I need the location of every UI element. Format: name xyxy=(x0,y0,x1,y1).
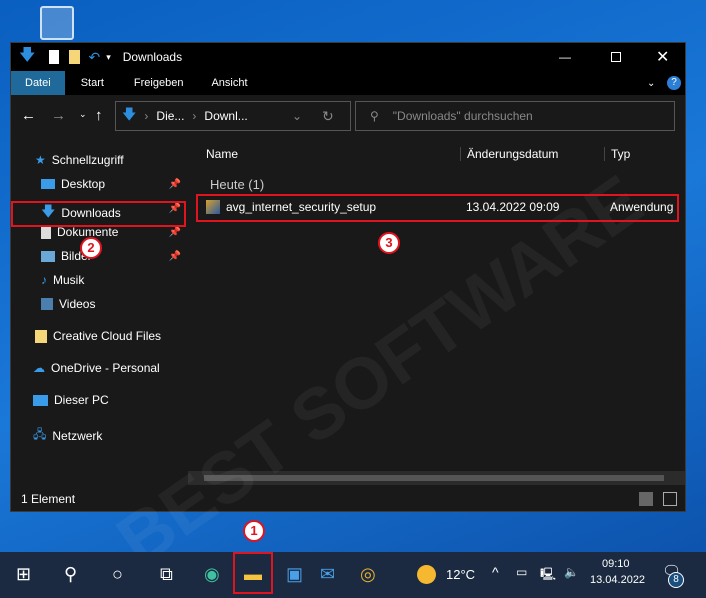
column-header-name[interactable]: Name xyxy=(206,147,238,161)
group-header[interactable]: Heute (1) xyxy=(210,177,264,192)
close-button[interactable]: ✕ xyxy=(656,47,669,67)
address-row: ← → ⌄ ↑ 🡇 › Die... › Downl... ⌄ ↻ ⚲ "Downl… xyxy=(11,95,685,137)
help-icon[interactable]: ? xyxy=(667,76,681,90)
search-button[interactable]: ⚲ xyxy=(64,564,77,585)
maximize-button[interactable] xyxy=(611,52,621,62)
sidebar-item-creative-cloud[interactable]: Creative Cloud Files xyxy=(35,329,161,343)
window-title: Downloads xyxy=(122,50,183,64)
store-icon[interactable]: ▣ xyxy=(286,564,303,585)
new-folder-icon[interactable] xyxy=(69,50,81,64)
sidebar-item-dieser-pc[interactable]: Dieser PC xyxy=(33,393,109,407)
annotation-box-file xyxy=(196,194,679,222)
breadcrumb-this-pc[interactable]: Die... xyxy=(156,109,184,123)
video-icon xyxy=(41,298,53,310)
undo-icon[interactable]: ↶ xyxy=(88,49,100,66)
tiles-view-button[interactable] xyxy=(663,492,677,506)
sidebar-item-label: OneDrive - Personal xyxy=(51,361,160,375)
properties-icon[interactable] xyxy=(49,50,60,64)
volume-icon[interactable]: 🔈 xyxy=(564,565,579,579)
sidebar-item-label: Dieser PC xyxy=(54,393,109,407)
tab-ansicht[interactable]: Ansicht xyxy=(197,71,261,95)
annotation-box-downloads xyxy=(11,201,186,227)
sidebar-item-label: Schnellzugriff xyxy=(51,153,124,167)
recent-dropdown[interactable]: ⌄ xyxy=(79,109,87,120)
search-icon: ⚲ xyxy=(370,109,379,123)
tab-freigeben[interactable]: Freigeben xyxy=(120,71,198,95)
chrome-icon[interactable]: ◎ xyxy=(360,564,376,585)
network-icon: 🖧 xyxy=(33,427,47,441)
cc-icon xyxy=(35,329,47,343)
annotation-1: 1 xyxy=(243,520,265,542)
search-placeholder: "Downloads" durchsuchen xyxy=(392,109,533,123)
annotation-box-explorer xyxy=(233,552,273,594)
up-button[interactable]: ↑ xyxy=(95,107,103,124)
address-dropdown-icon[interactable]: ⌄ xyxy=(292,109,302,123)
edge-icon[interactable]: ◉ xyxy=(204,564,220,585)
forward-button[interactable]: → xyxy=(51,107,66,124)
minimize-button[interactable]: — xyxy=(559,50,571,64)
download-icon: 🡇 xyxy=(19,46,36,64)
tray-chevron-icon[interactable]: ^ xyxy=(492,564,499,580)
sidebar-item-musik[interactable]: ♪ Musik xyxy=(41,273,84,287)
pc-icon xyxy=(33,394,48,406)
column-header-date[interactable]: Änderungsdatum xyxy=(460,147,558,161)
recycle-bin-icon[interactable] xyxy=(40,6,74,40)
sidebar-item-onedrive[interactable]: ☁ OneDrive - Personal xyxy=(33,361,160,375)
cortana-button[interactable]: ○ xyxy=(112,564,123,585)
pin-icon: 📌 xyxy=(168,227,181,238)
breadcrumb-downloads[interactable]: Downl... xyxy=(204,109,247,123)
status-bar: 1 Element xyxy=(11,487,685,511)
tab-datei[interactable]: Datei xyxy=(11,71,65,95)
music-icon: ♪ xyxy=(41,273,47,287)
weather-icon[interactable] xyxy=(417,565,436,584)
document-icon xyxy=(41,225,51,239)
sidebar-item-schnellzugriff[interactable]: ★ Schnellzugriff xyxy=(35,153,124,167)
search-input[interactable]: ⚲ "Downloads" durchsuchen xyxy=(355,101,675,131)
clock-time[interactable]: 09:10 xyxy=(602,558,630,570)
download-icon: 🡇 xyxy=(122,106,137,122)
sidebar-item-dokumente[interactable]: Dokumente xyxy=(41,225,118,239)
sidebar-item-netzwerk[interactable]: 🖧 Netzwerk xyxy=(33,425,102,446)
start-button[interactable]: ⊞ xyxy=(16,564,31,585)
mail-icon[interactable]: ✉ xyxy=(320,564,335,585)
navigation-pane: ★ Schnellzugriff Desktop 📌 🡇 Downloads 📌 D… xyxy=(11,137,187,485)
qat-dropdown-icon[interactable]: ▾ xyxy=(106,52,111,63)
network-icon[interactable]: 🖳 xyxy=(540,565,556,586)
file-list: Name Änderungsdatum Typ Heute (1) avg_in… xyxy=(188,137,685,485)
pin-icon: 📌 xyxy=(168,251,181,262)
sidebar-item-label: Videos xyxy=(59,297,96,311)
sidebar-item-label: Musik xyxy=(53,273,85,287)
title-bar: 🡇 ↶ ▾ Downloads — ✕ xyxy=(11,43,685,71)
taskbar: ⊞ ⚲ ○ ⧉ ◉ ▬ ▣ ✉ ◎ 12°C ^ ▭ 🖳 🔈 09:10 13.… xyxy=(0,552,706,598)
desktop-icon xyxy=(41,179,55,189)
annotation-3: 3 xyxy=(378,232,400,254)
cloud-icon: ☁ xyxy=(33,361,45,375)
details-view-button[interactable] xyxy=(639,492,653,506)
sidebar-item-desktop[interactable]: Desktop xyxy=(41,177,105,191)
back-button[interactable]: ← xyxy=(21,107,36,124)
ribbon-tabs: Datei Start Freigeben Ansicht ⌄ ? xyxy=(11,71,685,95)
meet-icon[interactable]: ▭ xyxy=(516,565,527,579)
refresh-icon[interactable]: ↻ xyxy=(322,108,334,125)
sidebar-item-label: Desktop xyxy=(61,177,106,191)
sidebar-item-label: Creative Cloud Files xyxy=(53,329,162,343)
sidebar-item-videos[interactable]: Videos xyxy=(41,297,95,311)
horizontal-scrollbar[interactable] xyxy=(188,471,685,485)
expand-ribbon-icon[interactable]: ⌄ xyxy=(647,78,655,89)
column-header-type[interactable]: Typ xyxy=(604,147,630,161)
explorer-window: 🡇 ↶ ▾ Downloads — ✕ Datei Start Freigebe… xyxy=(10,42,686,512)
sidebar-item-label: Netzwerk xyxy=(52,428,103,443)
annotation-2: 2 xyxy=(80,237,102,259)
temperature[interactable]: 12°C xyxy=(446,567,475,582)
pin-icon: 📌 xyxy=(168,179,181,190)
star-icon: ★ xyxy=(35,153,46,167)
task-view-button[interactable]: ⧉ xyxy=(160,564,173,585)
tab-start[interactable]: Start xyxy=(65,71,120,95)
item-count: 1 Element xyxy=(21,492,76,506)
pictures-icon xyxy=(41,250,55,262)
address-bar[interactable]: 🡇 › Die... › Downl... ⌄ ↻ xyxy=(115,101,351,131)
notification-badge: 8 xyxy=(668,572,684,588)
clock-date[interactable]: 13.04.2022 xyxy=(590,574,645,586)
